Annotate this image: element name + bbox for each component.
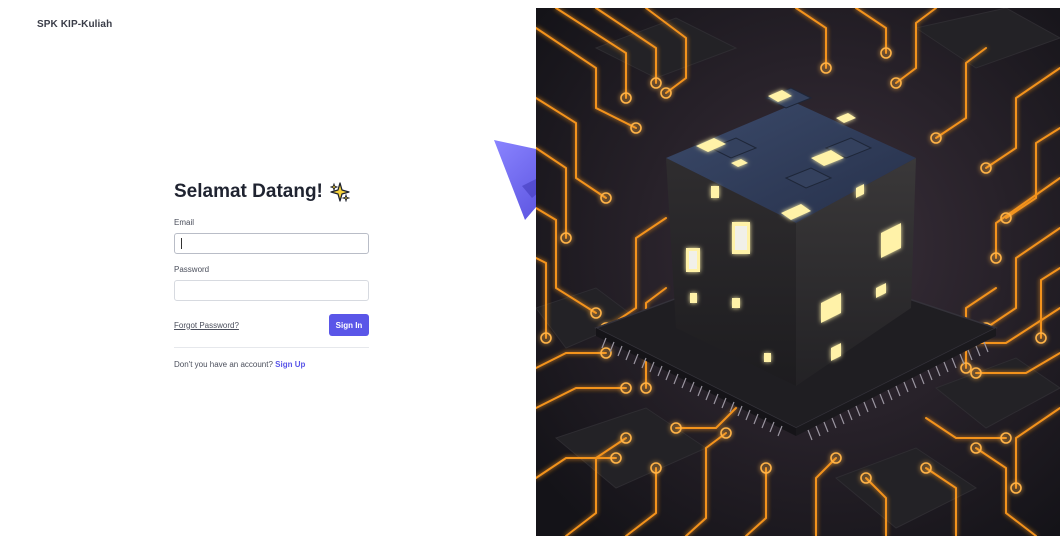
brand-name: SPK KIP-Kuliah	[37, 19, 113, 30]
circuit-cube-illustration	[536, 8, 1060, 536]
form-actions: Forgot Password? Sign In	[174, 314, 369, 336]
password-field[interactable]	[174, 280, 369, 301]
page-title: Selamat Datang!	[174, 180, 369, 204]
signup-prompt-text: Don't you have an account?	[174, 360, 273, 369]
login-form: Selamat Datang! Email Password Forgot Pa…	[174, 180, 369, 369]
forgot-password-link[interactable]: Forgot Password?	[174, 321, 239, 330]
divider	[174, 347, 369, 348]
title-text: Selamat Datang!	[174, 181, 323, 202]
sparkle-icon	[329, 182, 351, 203]
email-field[interactable]	[174, 233, 369, 254]
text-caret	[181, 238, 182, 249]
sign-up-link[interactable]: Sign Up	[275, 360, 305, 369]
signup-prompt: Don't you have an account? Sign Up	[174, 360, 369, 369]
sign-in-button[interactable]: Sign In	[329, 314, 369, 336]
email-label: Email	[174, 218, 195, 227]
password-label: Password	[174, 265, 210, 274]
